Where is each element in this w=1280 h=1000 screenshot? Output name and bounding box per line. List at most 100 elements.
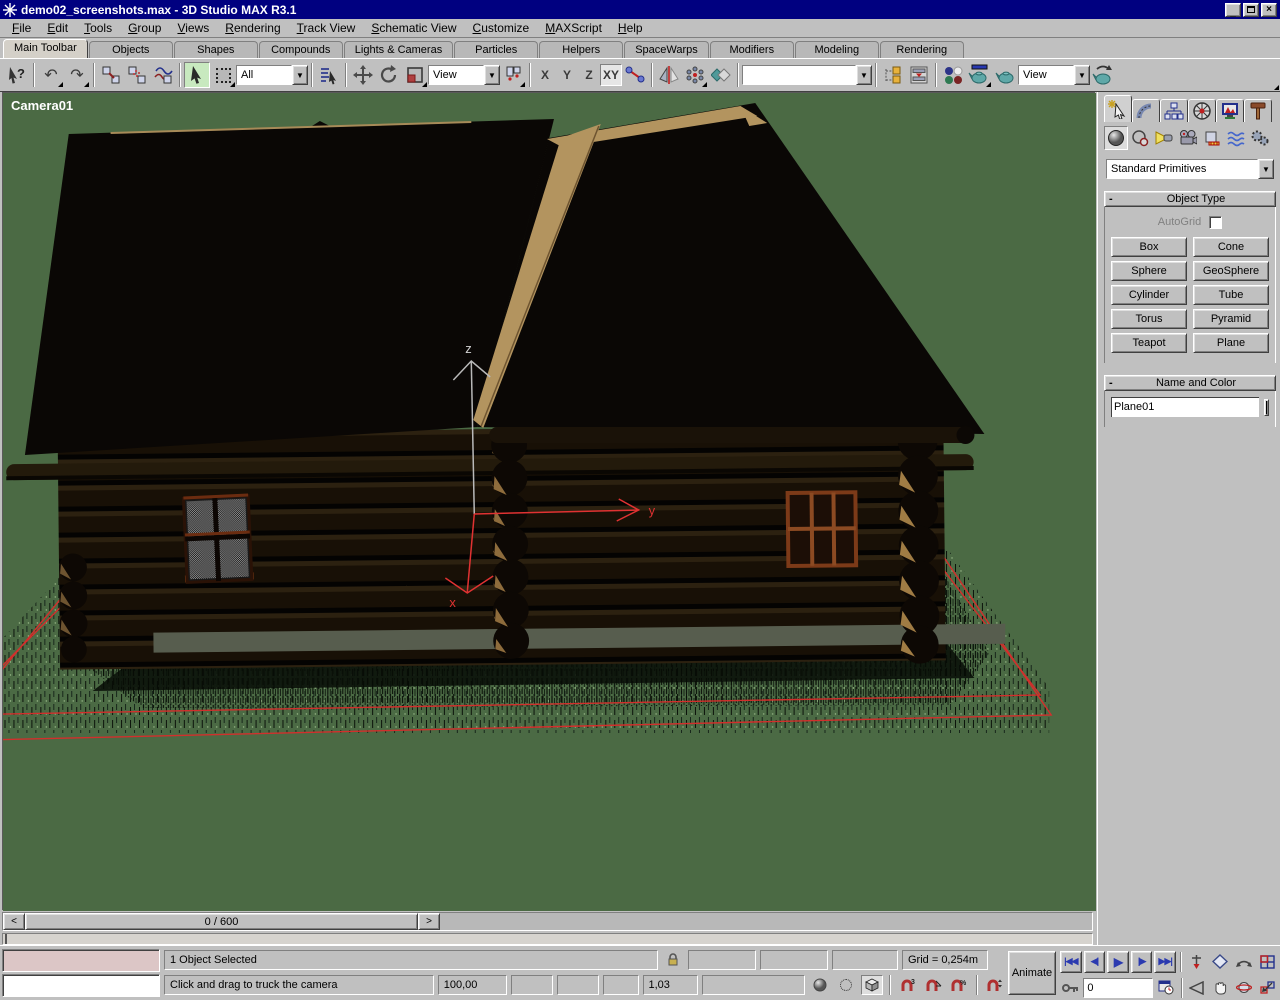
- object-name-input[interactable]: [1111, 397, 1259, 417]
- tab-utilities[interactable]: [1244, 99, 1272, 122]
- reference-coordsys-dropdown[interactable]: View ▼: [428, 65, 500, 85]
- selection-filter-dropdown[interactable]: All ▼: [236, 65, 308, 85]
- menu-group[interactable]: Group: [120, 19, 169, 37]
- selection-region-mode-button[interactable]: [835, 975, 857, 995]
- restore-button[interactable]: [1243, 3, 1259, 17]
- menu-file[interactable]: File: [4, 19, 39, 37]
- viewport-label[interactable]: Camera01: [11, 98, 73, 113]
- dropdown-arrow-icon[interactable]: ▼: [1258, 159, 1274, 179]
- create-geosphere-button[interactable]: GeoSphere: [1193, 261, 1269, 281]
- toolbar-tab-particles[interactable]: Particles: [454, 41, 538, 58]
- maxscript-listener-input[interactable]: [2, 974, 160, 997]
- render-type-dropdown[interactable]: View ▼: [1018, 65, 1090, 85]
- category-systems-button[interactable]: [1248, 126, 1272, 150]
- menu-tools[interactable]: Tools: [76, 19, 120, 37]
- create-plane-button[interactable]: Plane: [1193, 333, 1269, 353]
- tab-motion[interactable]: [1188, 99, 1216, 122]
- create-cone-button[interactable]: Cone: [1193, 237, 1269, 257]
- primitive-category-dropdown[interactable]: Standard Primitives ▼: [1106, 159, 1274, 179]
- quick-render-button[interactable]: [1090, 62, 1116, 88]
- tab-hierarchy[interactable]: [1160, 99, 1188, 122]
- snap-toggle-3d-button[interactable]: 3: [897, 975, 919, 995]
- object-color-swatch[interactable]: [1264, 399, 1269, 416]
- create-pyramid-button[interactable]: Pyramid: [1193, 309, 1269, 329]
- toolbar-tab-shapes[interactable]: Shapes: [174, 41, 258, 58]
- select-and-scale-button[interactable]: [402, 62, 428, 88]
- select-object-button[interactable]: [184, 62, 210, 88]
- category-shapes-button[interactable]: [1128, 126, 1152, 150]
- object-type-rollout-header[interactable]: - Object Type: [1104, 191, 1276, 207]
- selection-lock-toggle[interactable]: [662, 950, 684, 970]
- create-torus-button[interactable]: Torus: [1111, 309, 1187, 329]
- select-by-name-button[interactable]: [316, 62, 342, 88]
- menu-schematic-view[interactable]: Schematic View: [363, 19, 464, 37]
- minimize-button[interactable]: _: [1225, 3, 1241, 17]
- open-track-view-button[interactable]: [880, 62, 906, 88]
- help-mode-button[interactable]: ?: [4, 62, 30, 88]
- current-frame-input[interactable]: [1083, 978, 1153, 998]
- name-color-rollout-header[interactable]: - Name and Color: [1104, 375, 1276, 391]
- named-selection-sets-dropdown[interactable]: ▼: [742, 65, 872, 85]
- menu-customize[interactable]: Customize: [465, 19, 538, 37]
- create-sphere-button[interactable]: Sphere: [1111, 261, 1187, 281]
- select-and-move-button[interactable]: [350, 62, 376, 88]
- redo-button[interactable]: ↷: [64, 62, 90, 88]
- unlink-selection-button[interactable]: [124, 62, 150, 88]
- go-to-end-button[interactable]: ▶▶|: [1154, 951, 1176, 973]
- time-slider-next-button[interactable]: >: [418, 913, 440, 930]
- min-max-viewport-toggle-button[interactable]: [1257, 951, 1278, 973]
- category-lights-button[interactable]: [1152, 126, 1176, 150]
- create-tube-button[interactable]: Tube: [1193, 285, 1269, 305]
- restrict-x-button[interactable]: X: [534, 64, 556, 86]
- dropdown-arrow-icon[interactable]: ▼: [1074, 65, 1090, 85]
- toolbar-tab-objects[interactable]: Objects: [89, 41, 173, 58]
- dropdown-arrow-icon[interactable]: ▼: [292, 65, 308, 85]
- create-teapot-button[interactable]: Teapot: [1111, 333, 1187, 353]
- create-cylinder-button[interactable]: Cylinder: [1111, 285, 1187, 305]
- array-button[interactable]: [682, 62, 708, 88]
- dolly-camera-button[interactable]: [1186, 951, 1207, 973]
- time-slider-prev-button[interactable]: <: [3, 913, 25, 930]
- animate-button[interactable]: Animate: [1008, 951, 1056, 995]
- time-slider-thumb[interactable]: 0 / 600: [25, 913, 418, 930]
- previous-frame-button[interactable]: ◀|: [1084, 951, 1106, 973]
- toolbar-tab-helpers[interactable]: Helpers: [539, 41, 623, 58]
- menu-help[interactable]: Help: [610, 19, 651, 37]
- toolbar-tab-modifiers[interactable]: Modifiers: [710, 41, 794, 58]
- percent-snap-button[interactable]: %: [948, 975, 970, 995]
- dropdown-arrow-icon[interactable]: ▼: [856, 65, 872, 85]
- next-frame-button[interactable]: |▶: [1131, 951, 1153, 973]
- play-button[interactable]: ▶: [1107, 951, 1129, 973]
- maxscript-listener-output[interactable]: [2, 949, 160, 972]
- align-button[interactable]: [708, 62, 734, 88]
- category-spacewarps-button[interactable]: [1224, 126, 1248, 150]
- key-mode-toggle-button[interactable]: [1060, 977, 1081, 999]
- toolbar-tab-modeling[interactable]: Modeling: [795, 41, 879, 58]
- orbit-camera-button[interactable]: [1233, 977, 1254, 999]
- toolbar-tab-main-toolbar[interactable]: Main Toolbar: [3, 39, 88, 58]
- undo-button[interactable]: ↶: [38, 62, 64, 88]
- render-scene-button[interactable]: [966, 62, 992, 88]
- scale-value-field[interactable]: 1,03: [643, 975, 699, 995]
- truck-camera-button[interactable]: [1210, 977, 1231, 999]
- use-pivot-center-button[interactable]: [500, 62, 526, 88]
- tab-display[interactable]: [1216, 99, 1244, 122]
- crossing-selection-button[interactable]: [861, 975, 883, 995]
- camera-viewport[interactable]: z y x Camera01: [2, 92, 1095, 910]
- autogrid-checkbox[interactable]: [1209, 216, 1222, 229]
- category-helpers-button[interactable]: [1200, 126, 1224, 150]
- render-last-button[interactable]: [992, 62, 1018, 88]
- bind-to-spacewarp-button[interactable]: [150, 62, 176, 88]
- restrict-xy-plane-button[interactable]: XY: [600, 64, 622, 86]
- select-and-rotate-button[interactable]: [376, 62, 402, 88]
- tab-modify[interactable]: [1132, 99, 1160, 122]
- material-editor-button[interactable]: [940, 62, 966, 88]
- time-slider[interactable]: < 0 / 600 >: [2, 912, 1093, 931]
- toolbar-tab-lights-cameras[interactable]: Lights & Cameras: [344, 41, 453, 58]
- open-schematic-view-button[interactable]: [906, 62, 932, 88]
- menu-rendering[interactable]: Rendering: [217, 19, 288, 37]
- menu-views[interactable]: Views: [169, 19, 217, 37]
- menu-edit[interactable]: Edit: [39, 19, 76, 37]
- degradation-override-button[interactable]: [809, 975, 831, 995]
- close-button[interactable]: ×: [1261, 3, 1277, 17]
